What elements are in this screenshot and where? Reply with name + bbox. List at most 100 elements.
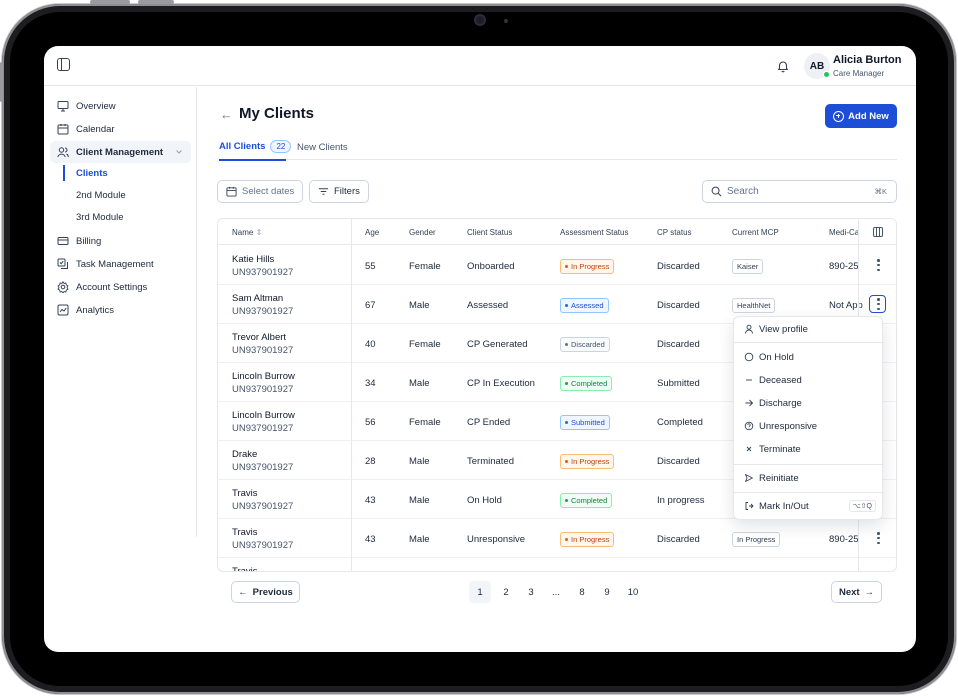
client-name[interactable]: Drake [232, 449, 257, 460]
client-name[interactable]: Sam Altman [232, 293, 283, 304]
page-number-button[interactable]: 2 [495, 581, 517, 603]
send-icon [745, 474, 753, 482]
page-number-button[interactable]: 1 [469, 581, 491, 603]
more-actions-icon[interactable] [877, 259, 880, 271]
active-indicator [63, 165, 65, 181]
search-icon [711, 186, 722, 197]
tab-label: New Clients [297, 142, 348, 153]
client-name[interactable]: Lincoln Burrow [232, 371, 295, 382]
row-actions-menu: View profile On Hold Deceased Discharge … [733, 316, 884, 520]
page-number-button[interactable]: 9 [596, 581, 618, 603]
client-id: UN937901927 [232, 462, 294, 473]
menu-item-label: View profile [759, 323, 808, 335]
menu-item-on-hold[interactable]: On Hold [734, 347, 884, 367]
search-shortcut: ⌘K [874, 187, 887, 196]
filters-button[interactable]: Filters [309, 180, 369, 203]
client-name[interactable]: Lincoln Burrow [232, 410, 295, 421]
sidebar-item-account-settings[interactable]: Account Settings [50, 276, 191, 298]
client-id: UN937901927 [232, 501, 294, 512]
x-icon [746, 446, 752, 452]
client-name[interactable]: Travis [232, 488, 258, 499]
more-actions-icon[interactable] [877, 532, 880, 544]
mcp-tag: HealthNet [732, 298, 776, 313]
chart-icon [57, 304, 69, 316]
cp-status: Discarded [657, 300, 700, 311]
volume-button [138, 0, 174, 4]
column-header-age: Age [365, 228, 380, 237]
previous-page-button[interactable]: ← Previous [231, 581, 300, 603]
client-id: UN937901927 [232, 423, 294, 434]
cp-status: Discarded [657, 339, 700, 350]
sidebar-item-analytics[interactable]: Analytics [50, 299, 191, 321]
bell-icon[interactable] [776, 59, 790, 73]
sidebar-toggle-icon[interactable] [57, 58, 70, 71]
client-gender: Male [409, 456, 430, 467]
table-row[interactable]: Katie Hills UN937901927 55 Female Onboarded I… [218, 246, 896, 285]
column-header-client-status: Client Status [467, 228, 513, 237]
cp-status: Discarded [657, 534, 700, 545]
client-status: Assessed [467, 300, 509, 311]
select-dates-button[interactable]: Select dates [217, 180, 304, 203]
menu-item-label: On Hold [759, 351, 794, 363]
more-actions-button-active[interactable] [869, 295, 886, 313]
sidebar-item-client-management[interactable]: Client Management [50, 141, 191, 163]
minus-icon [746, 379, 752, 381]
menu-item-reinitiate[interactable]: Reinitiate [734, 468, 884, 488]
menu-item-deceased[interactable]: Deceased [734, 370, 884, 390]
next-page-button[interactable]: Next → [831, 581, 882, 603]
sidebar-item-label: Analytics [76, 304, 115, 316]
tab-all-clients[interactable]: All Clients 22 [219, 140, 292, 153]
medi-cal-id: 890-25 [829, 261, 859, 272]
menu-item-view-profile[interactable]: View profile [734, 319, 884, 339]
mcp-tag: In Progress [732, 532, 781, 547]
sidebar-subitem-3rd-module[interactable]: 3rd Module [76, 209, 124, 225]
table-row[interactable]: Travis [218, 558, 896, 571]
gear-icon [57, 281, 69, 293]
page-number-button[interactable]: 3 [520, 581, 542, 603]
column-header-name[interactable]: Name ⇕ [232, 228, 262, 237]
calendar-icon [57, 123, 69, 135]
client-age: 34 [365, 378, 376, 389]
page-number-button[interactable]: 10 [622, 581, 644, 603]
client-name[interactable]: Katie Hills [232, 254, 274, 265]
sidebar-subitem-2nd-module[interactable]: 2nd Module [76, 187, 126, 203]
menu-item-mark-in-out[interactable]: Mark In/Out ⌥⇧Q [734, 496, 884, 516]
table-row[interactable]: Travis UN937901927 43 Male Unresponsive In Pr… [218, 519, 896, 558]
assessment-status-badge: Assessed [560, 298, 609, 313]
menu-item-unresponsive[interactable]: Unresponsive [734, 416, 884, 436]
client-id: UN937901927 [232, 384, 294, 395]
page-number-button[interactable]: 8 [571, 581, 593, 603]
add-new-button[interactable]: Add New [825, 104, 897, 128]
client-name[interactable]: Trevor Albert [232, 332, 286, 343]
user-role: Care Manager [833, 69, 885, 78]
search-input[interactable] [727, 186, 857, 197]
columns-icon[interactable] [873, 227, 883, 237]
assessment-status-badge: Completed [560, 493, 613, 508]
client-status: CP In Execution [467, 378, 535, 389]
menu-item-label: Reinitiate [759, 472, 799, 484]
volume-button [90, 0, 130, 4]
power-button [0, 62, 3, 102]
tab-new-clients[interactable]: New Clients [297, 142, 348, 153]
filter-icon [318, 188, 329, 195]
back-arrow-icon[interactable]: ← [220, 107, 233, 122]
sidebar-item-billing[interactable]: Billing [50, 230, 191, 252]
menu-item-discharge[interactable]: Discharge [734, 393, 884, 413]
sidebar-item-calendar[interactable]: Calendar [50, 118, 191, 140]
client-name[interactable]: Travis [232, 566, 258, 571]
client-age: 43 [365, 534, 376, 545]
client-status: CP Generated [467, 339, 528, 350]
chevron-down-icon[interactable] [175, 148, 183, 156]
menu-item-terminate[interactable]: Terminate [734, 439, 884, 459]
sidebar-item-task-management[interactable]: Task Management [50, 253, 191, 275]
assessment-status-badge: In Progress [560, 454, 615, 469]
search-box[interactable]: ⌘K [702, 180, 897, 203]
sidebar-subitem-clients[interactable]: Clients [76, 165, 108, 181]
mark-shortcut: ⌥⇧Q [848, 500, 876, 512]
select-dates-label: Select dates [242, 186, 295, 197]
client-name[interactable]: Travis [232, 527, 258, 538]
sidebar: Overview Calendar Client Management Clie… [44, 87, 197, 537]
sidebar-item-overview[interactable]: Overview [50, 95, 191, 117]
client-status: Unresponsive [467, 534, 526, 545]
menu-item-label: Unresponsive [759, 420, 818, 432]
